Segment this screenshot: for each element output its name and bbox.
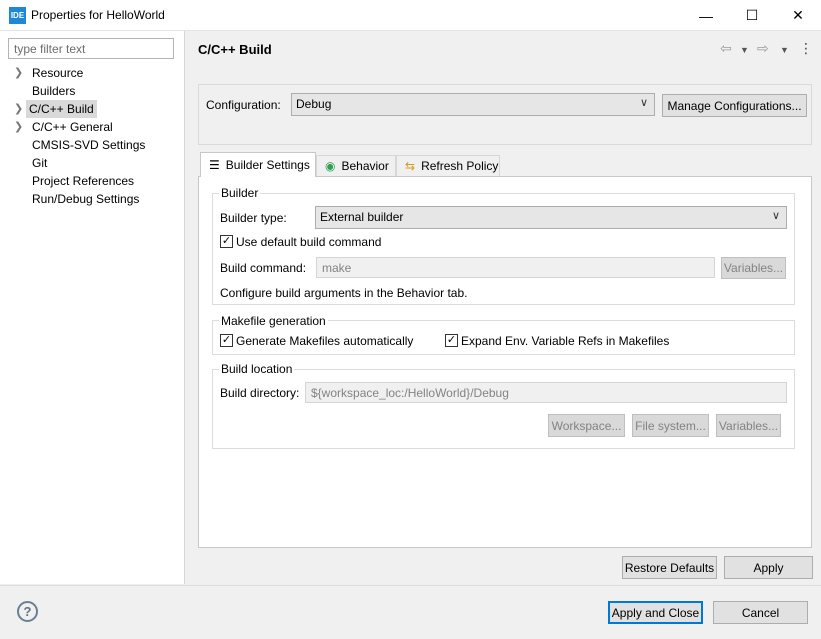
sidebar-item-label: CMSIS-SVD Settings — [32, 138, 146, 152]
makefile-generation-title: Makefile generation — [219, 314, 328, 328]
file-system-button[interactable]: File system... — [632, 414, 709, 437]
help-icon[interactable]: ? — [17, 601, 38, 622]
sidebar-item-resource[interactable]: ❯ Resource — [0, 64, 185, 82]
tab-builder-settings[interactable]: ☰ Builder Settings — [200, 152, 316, 177]
sidebar-item-label: Project References — [32, 174, 135, 188]
build-command-label: Build command: — [220, 261, 307, 275]
expand-env-refs-label: Expand Env. Variable Refs in Makefiles — [461, 334, 670, 348]
sidebar-item-label: Builders — [32, 84, 76, 98]
sidebar-item-label: C/C++ Build — [26, 100, 97, 118]
apply-button[interactable]: Apply — [724, 556, 813, 579]
builder-variables-button[interactable]: Variables... — [721, 257, 786, 279]
tab-refresh-policy[interactable]: ⇆ Refresh Policy — [396, 155, 500, 176]
sidebar-item-git[interactable]: Git — [0, 154, 185, 172]
chevron-down-icon: ∨ — [771, 210, 780, 222]
configuration-value: Debug — [296, 97, 332, 111]
chevron-right-icon[interactable]: ❯ — [14, 64, 23, 82]
back-arrow-icon[interactable]: ⇦ — [720, 40, 732, 57]
chevron-right-icon[interactable]: ❯ — [14, 118, 23, 136]
sidebar-item-label: Git — [32, 156, 48, 170]
cancel-button[interactable]: Cancel — [713, 601, 808, 624]
sidebar-item-cmsis-svd-settings[interactable]: CMSIS-SVD Settings — [0, 136, 185, 154]
generate-makefiles-label: Generate Makefiles automatically — [236, 334, 414, 348]
view-menu-icon[interactable]: ⋮ — [799, 40, 813, 57]
app-icon: IDE — [9, 7, 26, 24]
back-dropdown-icon[interactable]: ▼ — [740, 45, 749, 55]
builder-type-select[interactable]: External builder ∨ — [315, 206, 787, 229]
title-bar: IDE Properties for HelloWorld — ☐ ✕ — [0, 0, 821, 31]
window-title: Properties for HelloWorld — [31, 8, 165, 22]
tab-label: Refresh Policy — [421, 159, 499, 173]
builder-type-label: Builder type: — [220, 211, 287, 225]
document-list-icon: ☰ — [209, 158, 220, 172]
tab-label: Builder Settings — [225, 158, 310, 172]
workspace-button[interactable]: Workspace... — [548, 414, 625, 437]
forward-arrow-icon[interactable]: ⇨ — [757, 40, 769, 57]
location-variables-button[interactable]: Variables... — [716, 414, 781, 437]
expand-env-refs-checkbox[interactable]: ✓ — [445, 334, 458, 347]
sidebar: ❯ Resource Builders ❯ C/C++ Build ❯ C/C+… — [0, 31, 185, 584]
refresh-arrows-icon: ⇆ — [405, 159, 416, 173]
sidebar-item-cc-build[interactable]: ❯ C/C++ Build — [0, 100, 185, 118]
chevron-down-icon: ∨ — [639, 97, 648, 109]
forward-dropdown-icon[interactable]: ▼ — [780, 45, 789, 55]
sidebar-item-label: Resource — [32, 66, 84, 80]
generate-makefiles-checkbox[interactable]: ✓ — [220, 334, 233, 347]
build-directory-input[interactable]: ${workspace_loc:/HelloWorld}/Debug — [305, 382, 787, 403]
sidebar-item-label: Run/Debug Settings — [32, 192, 140, 206]
builder-type-value: External builder — [320, 210, 404, 224]
sidebar-item-cc-general[interactable]: ❯ C/C++ General — [0, 118, 185, 136]
build-location-group — [212, 369, 795, 449]
use-default-command-label: Use default build command — [236, 235, 382, 249]
sidebar-item-label: C/C++ General — [32, 120, 113, 134]
apply-and-close-button[interactable]: Apply and Close — [608, 601, 703, 624]
behavior-tab-hint: Configure build arguments in the Behavio… — [220, 286, 468, 300]
radio-target-icon: ◉ — [325, 159, 336, 173]
filter-input[interactable] — [8, 38, 174, 59]
builder-group-title: Builder — [219, 186, 261, 200]
build-command-input[interactable]: make — [316, 257, 715, 278]
tab-behavior[interactable]: ◉ Behavior — [316, 155, 396, 176]
sidebar-item-builders[interactable]: Builders — [0, 82, 185, 100]
page-title: C/C++ Build — [198, 42, 272, 57]
close-button[interactable]: ✕ — [775, 0, 821, 31]
configuration-select[interactable]: Debug ∨ — [291, 93, 655, 116]
maximize-button[interactable]: ☐ — [729, 0, 775, 31]
restore-defaults-button[interactable]: Restore Defaults — [622, 556, 717, 579]
tab-label: Behavior — [341, 159, 389, 173]
sidebar-item-project-references[interactable]: Project References — [0, 172, 185, 190]
chevron-right-icon[interactable]: ❯ — [14, 100, 23, 118]
use-default-command-checkbox[interactable]: ✓ — [220, 235, 233, 248]
build-directory-label: Build directory: — [220, 386, 300, 400]
configuration-label: Configuration: — [206, 98, 281, 112]
sidebar-item-run-debug-settings[interactable]: Run/Debug Settings — [0, 190, 185, 208]
build-location-title: Build location — [219, 362, 295, 376]
manage-configurations-button[interactable]: Manage Configurations... — [662, 94, 807, 117]
minimize-button[interactable]: — — [683, 0, 729, 31]
